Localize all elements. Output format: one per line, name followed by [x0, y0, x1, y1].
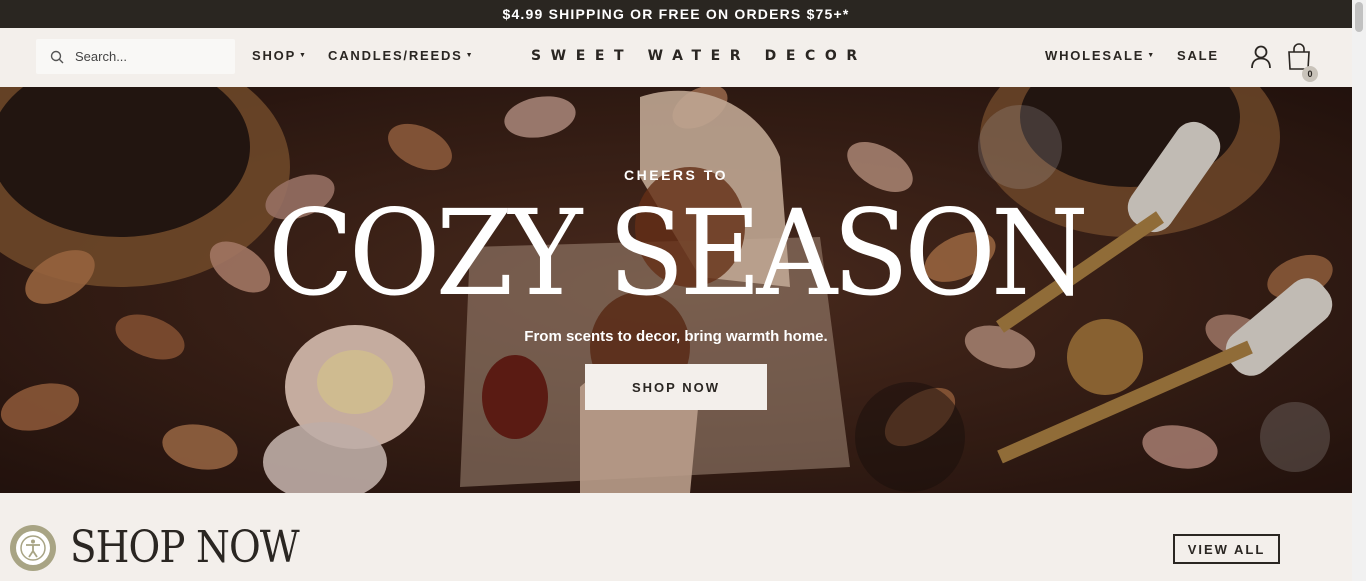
nav-candles-reeds-label: CANDLES/REEDS: [328, 48, 463, 63]
search-icon: [50, 50, 64, 63]
account-icon[interactable]: [1250, 45, 1272, 69]
accessibility-button[interactable]: [10, 525, 56, 571]
chevron-down-icon: ▼: [1147, 52, 1156, 59]
announcement-bar: $4.99 SHIPPING OR FREE ON ORDERS $75+*: [0, 0, 1352, 28]
nav-sale-label: SALE: [1177, 48, 1219, 63]
search-input[interactable]: [73, 48, 227, 65]
hero-shop-now-button[interactable]: SHOP NOW: [585, 364, 767, 410]
nav-shop[interactable]: SHOP ▼: [252, 48, 308, 63]
chevron-down-icon: ▼: [465, 52, 475, 59]
section-title: SHOP NOW: [70, 522, 300, 573]
hero-title: COZY SEASON: [268, 185, 1089, 323]
hero-banner: CHEERS TO COZY SEASON From scents to dec…: [0, 87, 1352, 493]
site-logo[interactable]: SWEET WATER DECOR: [531, 48, 867, 64]
scrollbar-thumb[interactable]: [1355, 2, 1363, 32]
cart-count-badge: 0: [1302, 66, 1318, 82]
accessibility-icon: [20, 535, 46, 561]
view-all-button[interactable]: VIEW ALL: [1173, 534, 1280, 564]
announcement-text: $4.99 SHIPPING OR FREE ON ORDERS $75+*: [502, 6, 850, 22]
site-header: SHOP ▼ CANDLES/REEDS ▼ SWEET WATER DECOR…: [0, 28, 1352, 87]
scrollbar[interactable]: [1352, 0, 1366, 581]
nav-sale[interactable]: SALE: [1177, 48, 1219, 63]
nav-candles-reeds[interactable]: CANDLES/REEDS ▼: [328, 48, 474, 63]
nav-wholesale-label: WHOLESALE: [1045, 48, 1145, 63]
chevron-down-icon: ▼: [299, 52, 308, 59]
hero-eyebrow: CHEERS TO: [624, 167, 728, 183]
accessibility-icon-wrap: [16, 531, 50, 565]
hero-subtitle: From scents to decor, bring warmth home.: [524, 328, 828, 345]
search-box[interactable]: [36, 39, 235, 74]
nav-wholesale[interactable]: WHOLESALE ▼: [1045, 48, 1156, 63]
nav-shop-label: SHOP: [252, 48, 297, 63]
